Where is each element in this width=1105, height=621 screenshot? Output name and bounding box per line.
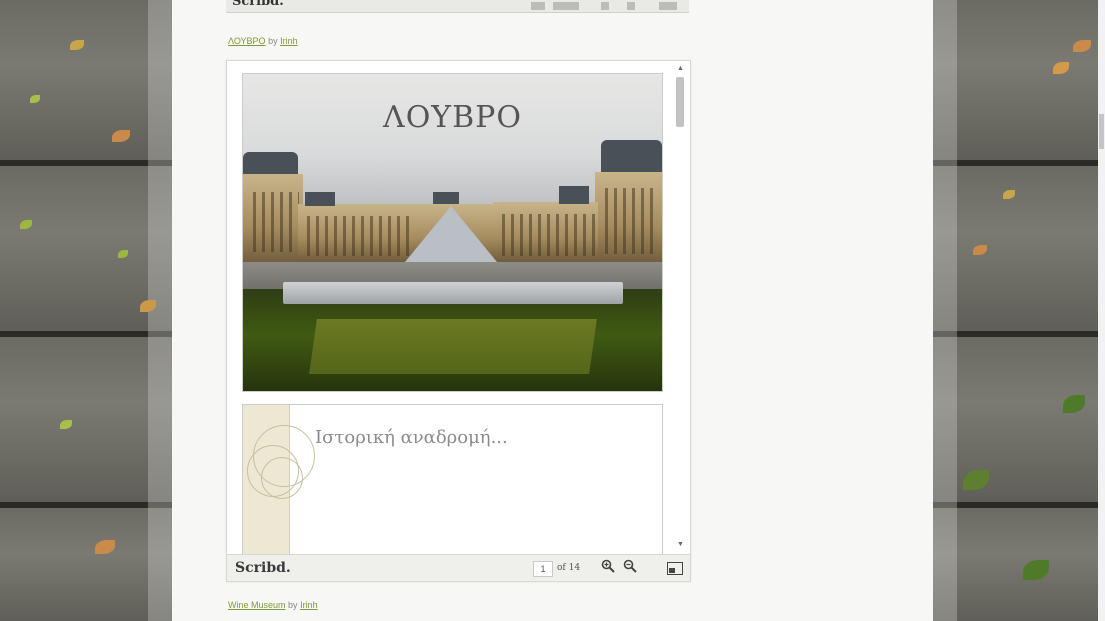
scribd-logo[interactable]: Scribd. [235,560,291,576]
document-page-1: ΛΟΥΒΡΟ [242,73,663,392]
page-count-label: of 14 [557,563,581,573]
page2-title: Ιστορική αναδρομή... [315,427,508,448]
zoom-out-icon[interactable] [623,559,637,576]
document-page-2: Ιστορική αναδρομή... [242,404,663,561]
scroll-down-arrow-icon[interactable]: ▼ [677,541,684,548]
scribd-document-viewer[interactable]: ΛΟΥΒΡΟ Ιστορική αναδρομή... ▲ ▼ Scribd. … [226,60,691,582]
previous-viewer-brand: Scribd. [232,0,284,9]
previous-viewer-controls [531,2,681,10]
document-title-link[interactable]: Wine Museum [228,600,286,610]
page1-title: ΛΟΥΒΡΟ [383,100,522,135]
document-credit-wine-museum: Wine Museum by Irinh [228,600,318,610]
content-column: Scribd. ΛΟΥΒΡΟ by Irinh ΛΟΥΒΡΟ Ιστορική … [172,0,933,621]
by-label: by [268,36,278,46]
document-credit-louvre: ΛΟΥΒΡΟ by Irinh [228,36,298,46]
document-title-link[interactable]: ΛΟΥΒΡΟ [228,36,266,46]
viewer-scrollbar[interactable]: ▲ ▼ [674,63,686,553]
author-link[interactable]: Irinh [300,600,318,610]
window-scrollbar-thumb[interactable] [1099,114,1104,149]
viewer-scrollbar-thumb[interactable] [676,77,684,127]
background-wood-right [933,0,1105,621]
background-wood-left [0,0,172,621]
author-link[interactable]: Irinh [280,36,298,46]
page2-decorative-band [243,405,315,560]
window-scrollbar[interactable] [1098,0,1105,621]
zoom-in-icon[interactable] [601,559,615,576]
by-label: by [288,600,298,610]
viewer-toolbar: Scribd. 1 of 14 [227,554,690,581]
scroll-up-arrow-icon[interactable]: ▲ [677,65,684,72]
fullscreen-icon[interactable] [667,562,683,575]
previous-viewer-toolbar: Scribd. [226,0,689,13]
page-number-input[interactable]: 1 [533,561,553,577]
